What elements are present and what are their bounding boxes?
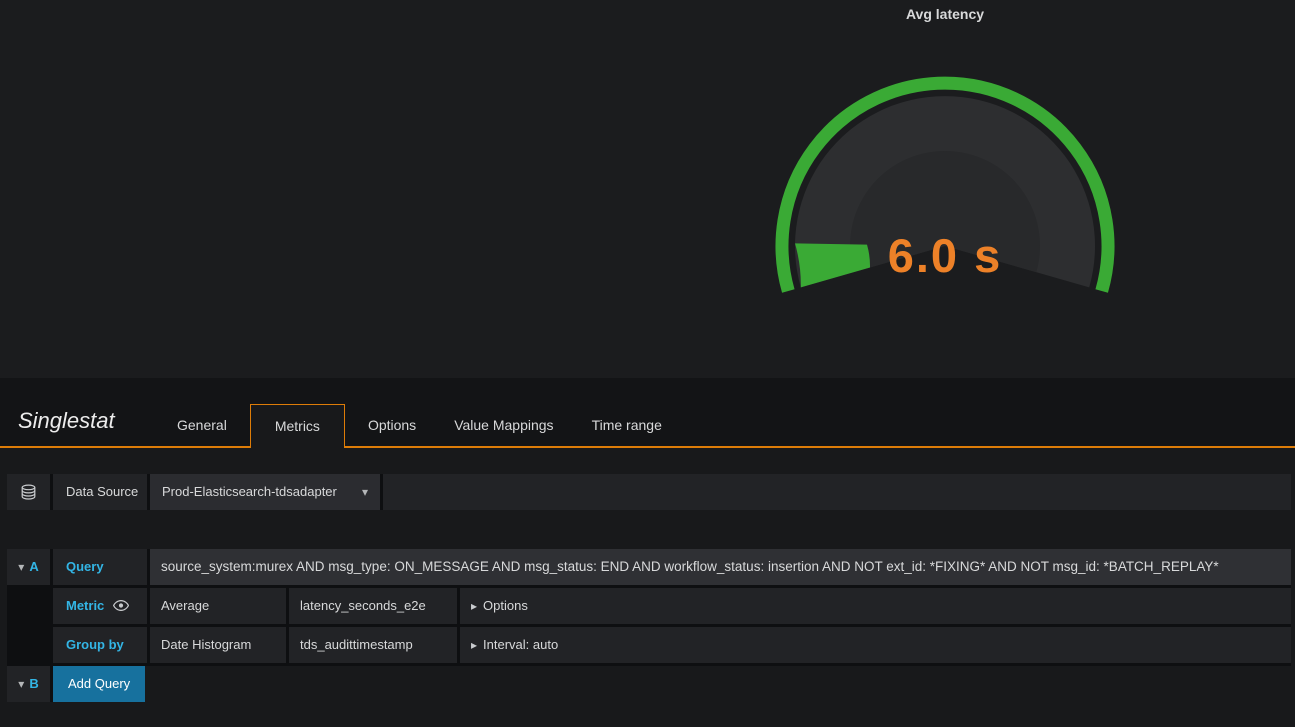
metric-row: Metric Average latency_seconds_e2e Optio… (53, 588, 1291, 624)
query-b-block: B Add Query (7, 666, 146, 702)
groupby-interval-toggle[interactable]: Interval: auto (460, 627, 1291, 663)
datasource-row: Data Source Prod-Elasticsearch-tdsadapte… (7, 474, 1291, 510)
grafana-panel-editor: Avg latency 6.0 s Singlestat General Met… (0, 0, 1295, 727)
query-b-collapse[interactable]: B (7, 666, 50, 702)
database-icon (21, 484, 36, 500)
metric-options-toggle[interactable]: Options (460, 588, 1291, 624)
metrics-tab-content: Data Source Prod-Elasticsearch-tdsadapte… (0, 450, 1295, 727)
metric-agg-select[interactable]: Average (150, 588, 286, 624)
tab-metrics[interactable]: Metrics (249, 404, 345, 448)
query-input[interactable]: source_system:murex AND msg_type: ON_MES… (150, 549, 1291, 585)
panel-type-title: Singlestat (18, 408, 115, 433)
metric-label: Metric (66, 598, 105, 613)
editor-tabs-bar: Singlestat General Metrics Options Value… (0, 378, 1295, 448)
tab-options[interactable]: Options (353, 404, 431, 446)
query-row: A Query source_system:murex AND msg_type… (7, 549, 1291, 585)
metric-field-select[interactable]: latency_seconds_e2e (289, 588, 457, 624)
add-query-button[interactable]: Add Query (53, 666, 146, 702)
datasource-icon-cell (7, 474, 50, 510)
chevron-down-icon (18, 666, 24, 702)
groupby-interval-label: Interval: auto (483, 637, 559, 652)
query-letter: A (29, 559, 39, 574)
query-label: Query (53, 549, 147, 585)
gauge-value-wedge (795, 243, 871, 288)
metric-options-label: Options (483, 598, 528, 613)
gauge-value: 6.0 s (888, 229, 1003, 282)
datasource-select[interactable]: Prod-Elasticsearch-tdsadapter (150, 474, 380, 510)
query-a-block: A Query source_system:murex AND msg_type… (7, 549, 1291, 666)
chevron-right-icon (471, 598, 483, 613)
groupby-row: Group by Date Histogram tds_audittimesta… (53, 627, 1291, 663)
metric-label-cell: Metric (53, 588, 147, 624)
groupby-label: Group by (53, 627, 147, 663)
tab-general[interactable]: General (162, 404, 242, 446)
datasource-label: Data Source (53, 474, 147, 510)
panel-title[interactable]: Avg latency (745, 6, 1145, 22)
groupby-agg-select[interactable]: Date Histogram (150, 627, 286, 663)
tab-time-range[interactable]: Time range (577, 404, 677, 446)
editor-tabs: General Metrics Options Value Mappings T… (162, 402, 685, 448)
gauge: 6.0 s (745, 58, 1145, 378)
tab-value-mappings[interactable]: Value Mappings (439, 404, 568, 446)
datasource-block: Data Source Prod-Elasticsearch-tdsadapte… (7, 474, 1291, 510)
query-a-collapse[interactable]: A (7, 549, 50, 585)
datasource-row-filler (383, 474, 1291, 510)
groupby-field-select[interactable]: tds_audittimestamp (289, 627, 457, 663)
query-letter: B (29, 676, 39, 691)
eye-icon[interactable] (113, 599, 130, 612)
chevron-down-icon (18, 549, 24, 585)
gauge-svg: 6.0 s (775, 76, 1115, 293)
chevron-down-icon (362, 474, 368, 510)
datasource-selected-value: Prod-Elasticsearch-tdsadapter (162, 484, 337, 499)
singlestat-panel: Avg latency 6.0 s (0, 0, 1295, 378)
chevron-right-icon (471, 637, 483, 652)
